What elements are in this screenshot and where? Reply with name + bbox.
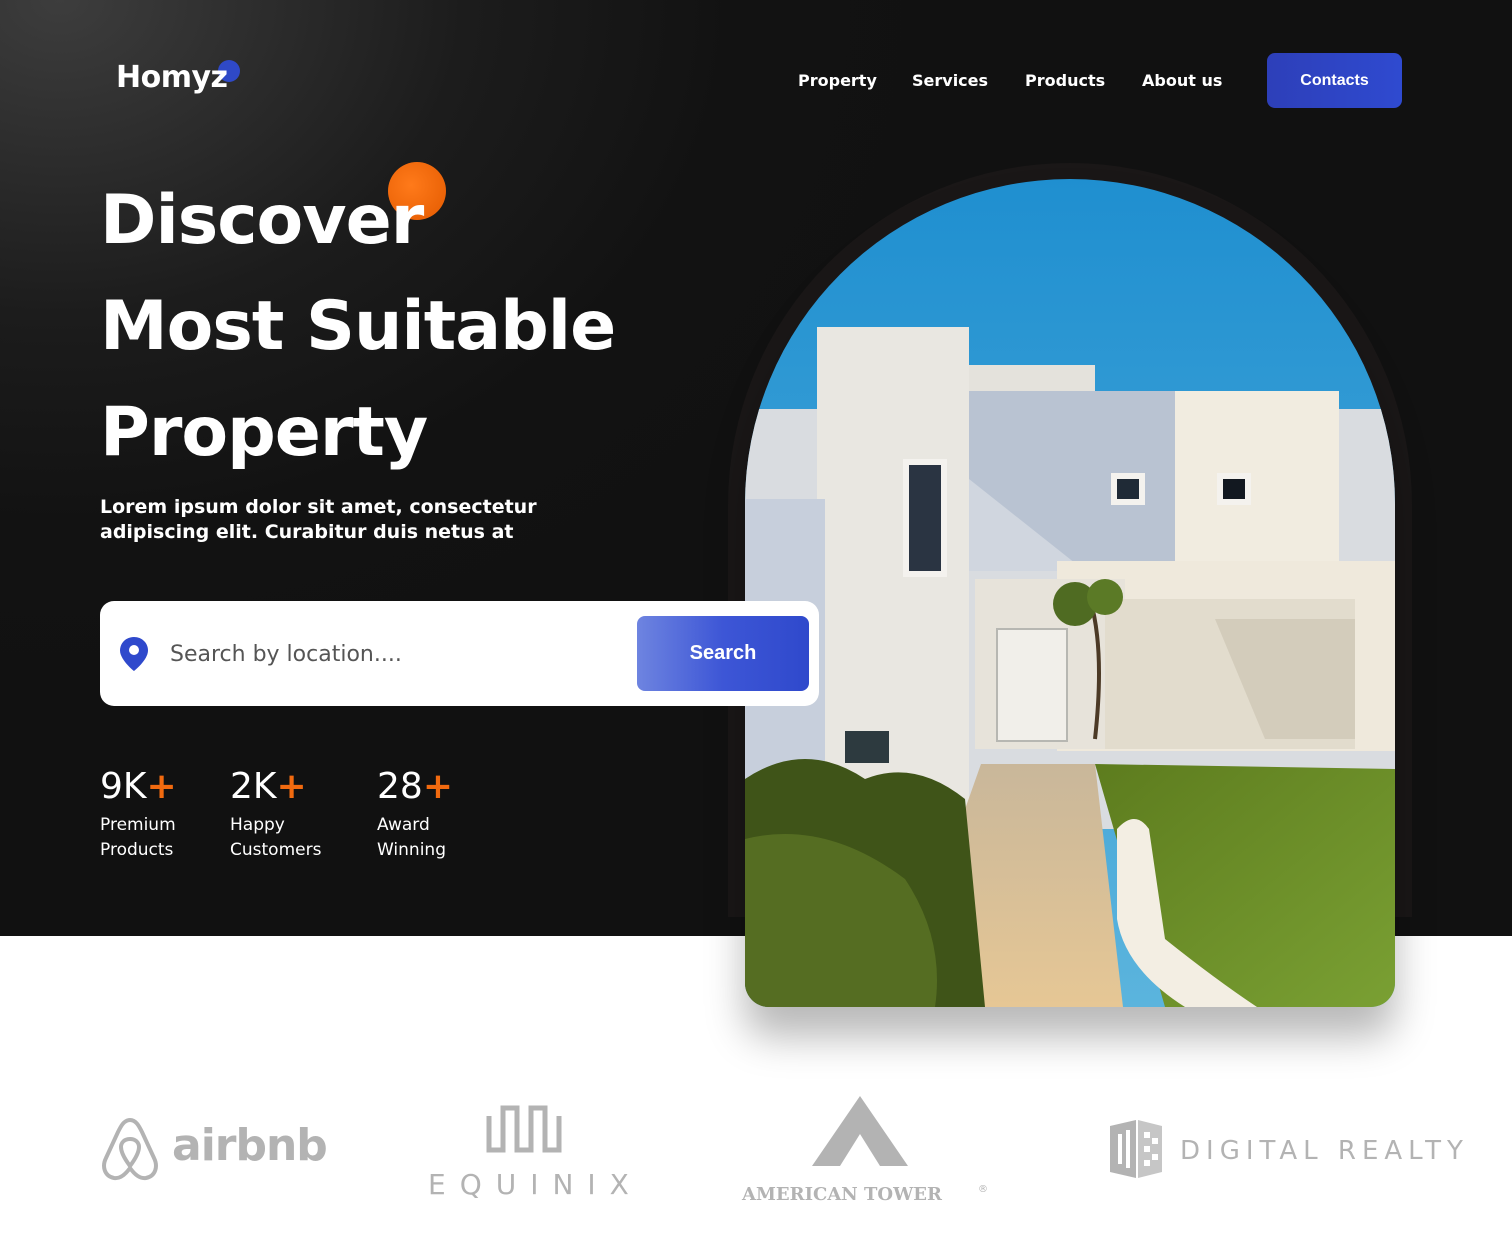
stat-label: Award Winning — [377, 815, 446, 860]
location-pin-icon — [120, 637, 148, 671]
registered-mark: ® — [978, 1184, 988, 1195]
headline-line-3: Property — [100, 393, 428, 472]
search-bar: Search — [100, 601, 819, 706]
stat-value: 9K+ — [100, 766, 220, 807]
contacts-button[interactable]: Contacts — [1267, 53, 1402, 108]
digital-realty-icon — [1110, 1120, 1162, 1178]
search-button[interactable]: Search — [637, 616, 809, 691]
stat-award-winning: 28+ Award Winning — [377, 766, 497, 863]
nav-item-services[interactable]: Services — [912, 71, 988, 90]
stat-value: 28+ — [377, 766, 497, 807]
partner-name: EQUINIX — [428, 1168, 643, 1201]
equinix-icon — [486, 1105, 562, 1153]
stat-plus: + — [146, 766, 177, 807]
stat-label: Happy Customers — [230, 815, 322, 860]
stat-premium-products: 9K+ Premium Products — [100, 766, 220, 863]
partner-name: DIGITAL REALTY — [1180, 1136, 1469, 1166]
search-input[interactable] — [170, 631, 620, 677]
stat-number: 28 — [377, 766, 423, 807]
headline-line-2: Most Suitable — [100, 287, 616, 366]
headline-line-1: Discover — [100, 181, 424, 260]
stat-number: 2K — [230, 766, 277, 807]
nav-item-products[interactable]: Products — [1025, 71, 1105, 90]
brand-name: Homyz — [116, 60, 228, 95]
american-tower-icon — [812, 1096, 908, 1166]
nav-item-property[interactable]: Property — [798, 71, 877, 90]
nav-item-about-us[interactable]: About us — [1142, 71, 1222, 90]
house-photo — [745, 179, 1395, 1007]
stat-number: 9K — [100, 766, 147, 807]
stat-value: 2K+ — [230, 766, 350, 807]
house-illustration — [745, 179, 1395, 1007]
stat-label: Premium Products — [100, 815, 176, 860]
stat-plus: + — [276, 766, 307, 807]
hero-headline: Discover Most Suitable Property — [100, 168, 616, 486]
partner-name: airbnb — [172, 1120, 328, 1171]
brand-logo[interactable]: Homyz — [116, 60, 240, 95]
hero-subtitle: Lorem ipsum dolor sit amet, consectetur … — [100, 496, 537, 543]
partner-name: AMERICAN TOWER — [742, 1184, 942, 1205]
stat-happy-customers: 2K+ Happy Customers — [230, 766, 350, 863]
airbnb-icon — [102, 1117, 158, 1181]
stat-plus: + — [422, 766, 453, 807]
